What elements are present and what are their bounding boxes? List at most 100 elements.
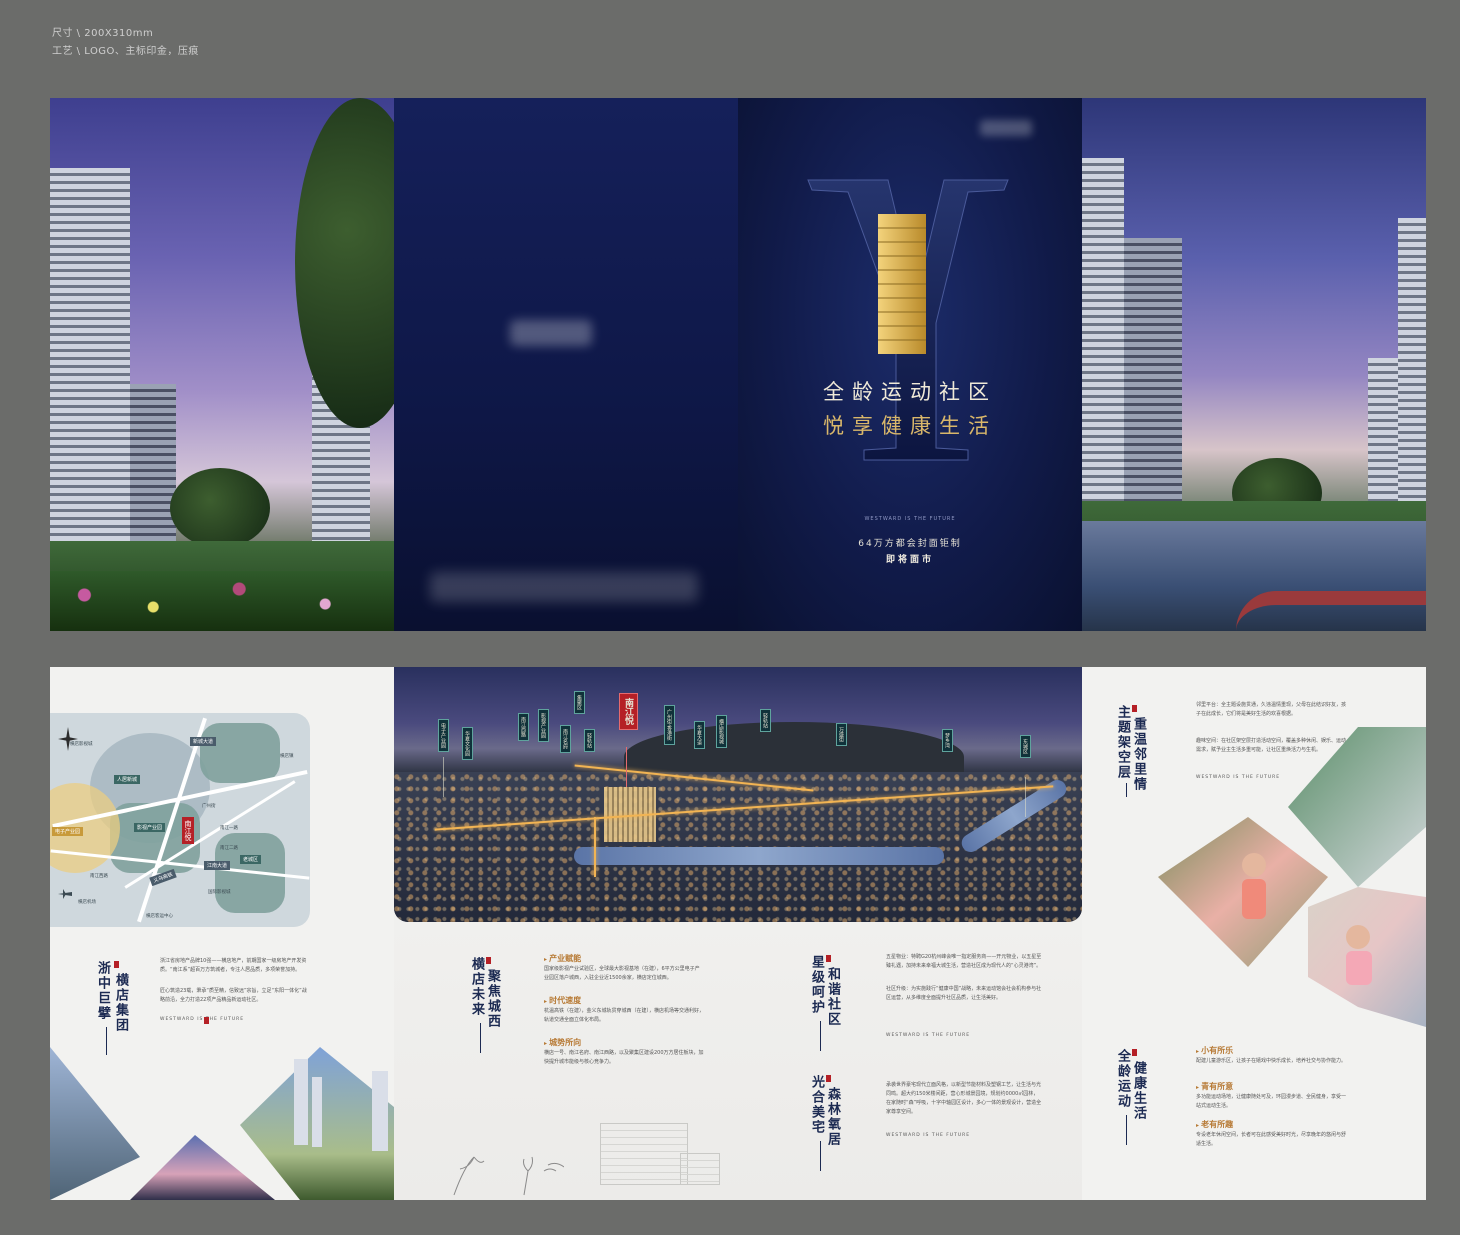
- map-label: 江南大道: [204, 861, 231, 870]
- section5-rule: [1126, 783, 1127, 797]
- section6-rule: [1126, 1115, 1127, 1145]
- section1-body2: 匠心筑造23载，秉承“质至精，信致远”宗旨，立足“东阳一体化”战略前沿，全力打造…: [160, 988, 307, 1003]
- map-text: 国际影视城: [208, 890, 231, 895]
- cover-sub-line2: 即将面市: [885, 555, 934, 565]
- section2-title-a: 横店未来: [469, 957, 484, 1017]
- photo-triangles: [50, 1047, 394, 1200]
- map-label: 老城区: [240, 855, 262, 864]
- map-label: 新城大道: [190, 737, 217, 746]
- building-sketch-small: [680, 1153, 720, 1185]
- map-text: 南江二路: [220, 846, 238, 851]
- section3-en: WESTWARD IS THE FUTURE: [886, 1033, 971, 1038]
- tree-small: [170, 468, 270, 548]
- section6-item1-head: 小有所乐: [1196, 1045, 1233, 1056]
- section2-item2-body: 杭温高铁（在建），金义东城轨贯穿城西（在建），横店机场等交通利好，轨道交通全面立…: [544, 1008, 705, 1023]
- section2-rule: [480, 1023, 481, 1053]
- tower-right-2: [1398, 218, 1426, 538]
- aerial-tag: 横店影视城: [716, 715, 727, 748]
- section4-rule: [820, 1141, 821, 1171]
- blurred-footer: [430, 572, 698, 602]
- section6-item2-head: 青有所意: [1196, 1081, 1233, 1092]
- aerial-river: [574, 847, 944, 865]
- section3-title-b: 和谐社区: [825, 967, 840, 1027]
- spec-size: 尺寸 \ 200X310mm: [52, 28, 154, 39]
- map-zone-north: [200, 723, 280, 783]
- map-text: 横店镇: [280, 754, 294, 759]
- blurred-logo: [510, 320, 592, 346]
- running-track: [1236, 591, 1426, 631]
- map-project-pin: 南江悦: [182, 817, 194, 844]
- tower-mid: [130, 384, 176, 554]
- aerial-tag: 南江名府: [560, 725, 571, 753]
- section6-item2-body: 多功能运动场地，让健康随处可及，环园漫步道、全民健身，享受一站式运动生活。: [1196, 1094, 1347, 1109]
- map-text: 横店机场: [78, 900, 96, 905]
- map-text: 广州街: [202, 804, 216, 809]
- aerial-tag: 华夏文化园: [462, 727, 473, 760]
- tower-left: [50, 168, 130, 568]
- map-text: 南江西路: [90, 874, 108, 879]
- panel-garden-render: [50, 98, 394, 631]
- section5-stamp: [1132, 705, 1137, 712]
- section4-title-b: 森林氧居: [825, 1087, 840, 1147]
- cover-title-line1: 全龄运动社区: [823, 380, 997, 404]
- panel-front-cover: 全龄运动社区 悦享健康生活 WESTWARD IS THE FUTURE 64万…: [738, 98, 1082, 631]
- map-text: 南江一路: [220, 826, 238, 831]
- flower-bed: [50, 571, 394, 631]
- aerial-tag: 广州街·香港街: [664, 705, 675, 745]
- aerial-tag: 集聚区: [574, 691, 585, 714]
- section2-item3-head: 城势所向: [544, 1037, 581, 1048]
- map-label-yellow: 电子产业园: [52, 827, 84, 836]
- section1-title-b: 横店集团: [113, 973, 128, 1033]
- section3-body2: 社区升级：为实施践行“健康中国”战略，未来运动馆会社会机构参与社区运营，从多维度…: [886, 986, 1042, 1001]
- aerial-project-stem: [626, 747, 627, 787]
- section6-item3-head: 老有所趣: [1196, 1119, 1233, 1130]
- section2-item2-head: 时代速度: [544, 995, 581, 1006]
- aerial-road-glow: [594, 817, 596, 877]
- section1-body1: 浙江省房地产品牌10强——横店地产，前期国家一级房地产开发资质。“南江系”超百万…: [160, 958, 307, 973]
- tree-large: [295, 98, 394, 428]
- section3-stamp: [826, 955, 831, 962]
- section6-stamp: [1132, 1049, 1137, 1056]
- panel-pool-render: [1082, 98, 1426, 631]
- airplane-icon: [58, 889, 72, 899]
- cover-title-line2-text: 悦享健康生活: [823, 414, 997, 438]
- section6-item3-body: 专设老年休闲空间，长者可在此感受美好时光，尽享晚年的悠闲与舒适生活。: [1196, 1132, 1347, 1147]
- compass-icon: [58, 727, 78, 751]
- panel-back-cover: [394, 98, 738, 631]
- section6-title-b: 健康生活: [1131, 1061, 1146, 1121]
- aerial-tag: 华夏大道: [694, 721, 705, 749]
- section2-item1-body: 国家级影视产业试验区，全球最大影视基地（在建），6平方公里电子产业园区落户城西，…: [544, 966, 700, 981]
- section4-en: WESTWARD IS THE FUTURE: [886, 1133, 971, 1138]
- panel-lifestyle: 主题架空层 重温邻里情 邻里平台：全主题设施贯通，久违温情重现，父母在此结识好友…: [1082, 667, 1426, 1200]
- section6-title-a: 全龄运动: [1115, 1049, 1130, 1109]
- section1-en: WESTWARD IS THE FUTURE: [160, 1017, 245, 1022]
- aerial-tag: 万盛街: [836, 723, 847, 746]
- section2-item3-body: 横店一号、南江名府、南江西路，以及聚集区建设200万方居住板块，加快提升城市能级…: [544, 1050, 704, 1065]
- section5-title-b: 重温邻里情: [1131, 717, 1146, 792]
- aerial-tag: 电子产业园: [438, 719, 449, 752]
- lifestyle-photo-diamonds: [1158, 727, 1426, 1027]
- section2-item1-head: 产业赋能: [544, 953, 581, 964]
- cover-en-slogan: WESTWARD IS THE FUTURE: [864, 516, 956, 522]
- section2-stamp: [486, 957, 491, 964]
- section3-body1: 五星物业：特聘G20杭州峰会唯一指定服务商——开元物业，以五星至臻礼遇，加持未来…: [886, 954, 1042, 969]
- blurred-top-logo: [980, 120, 1032, 136]
- aerial-tag: 轻轨站: [584, 729, 595, 752]
- aerial-project-tag: 南江悦: [619, 693, 638, 730]
- aerial-tag-stem: [1025, 777, 1026, 817]
- aerial-tag-stem: [443, 757, 444, 797]
- section4-stamp: [826, 1075, 831, 1082]
- plant-sketch-icon: [453, 1156, 564, 1196]
- section6-item1-body: 配建儿童游乐区，让孩子在嬉戏中快乐成长，培养社交与协作能力。: [1196, 1058, 1347, 1064]
- aerial-tag: 东城区: [1020, 735, 1031, 758]
- section1-en-stamp: [204, 1017, 209, 1024]
- map-text: 横店客运中心: [146, 914, 173, 919]
- aerial-tag: 轻轨站: [760, 709, 771, 732]
- map-label: 人居新城: [114, 775, 141, 784]
- spec-craft: 工艺 \ LOGO、主标印金，压痕: [52, 46, 199, 57]
- tower-left-2: [1124, 238, 1182, 538]
- section5-body1: 邻里平台：全主题设施贯通，久违温情重现，父母在此结识好友，孩子在此成长，它们将是…: [1196, 702, 1347, 717]
- section2-title-b: 聚焦城西: [485, 969, 500, 1029]
- panel-map-group: 南江悦 人居新城 影视产业园 老城区 电子产业园 新城大道 江南大道 义乌高铁 …: [50, 667, 394, 1200]
- building-sketch: [600, 1123, 688, 1185]
